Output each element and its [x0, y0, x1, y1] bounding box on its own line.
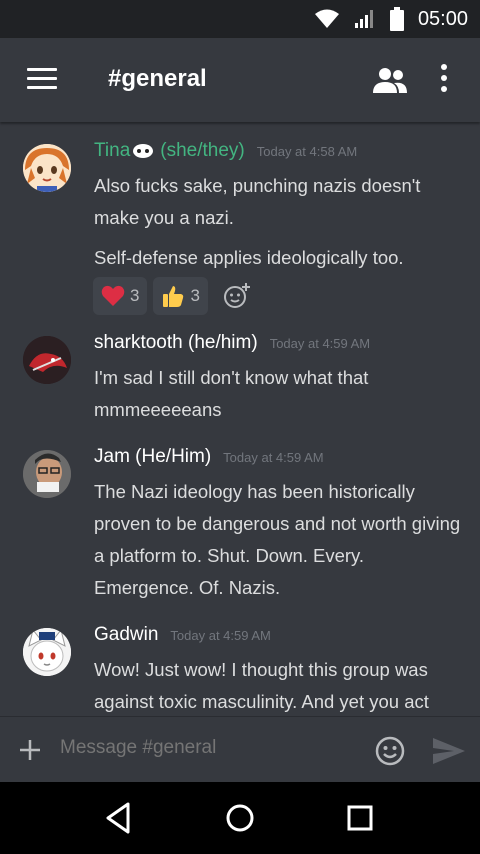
timestamp: Today at 4:59 AM: [223, 450, 324, 465]
avatar[interactable]: [23, 144, 71, 192]
emoji-picker-icon[interactable]: [374, 735, 406, 767]
avatar[interactable]: [23, 450, 71, 498]
heart-emoji-icon: [101, 285, 125, 306]
message-header: Jam (He/Him) Today at 4:59 AM: [94, 446, 324, 468]
channel-title: #general: [108, 65, 207, 92]
avatar[interactable]: [23, 628, 71, 676]
channel-header: #general: [0, 38, 480, 122]
message-input[interactable]: [60, 737, 350, 759]
add-attachment-icon[interactable]: [18, 738, 42, 762]
more-vertical-icon[interactable]: [436, 64, 452, 96]
avatar[interactable]: [23, 336, 71, 384]
home-icon[interactable]: [222, 800, 258, 836]
timestamp: Today at 4:59 AM: [269, 336, 371, 351]
username[interactable]: Gadwin: [94, 624, 158, 646]
person-avatar-icon: [23, 450, 71, 498]
reaction-count: 3: [190, 286, 200, 305]
message-text: The Nazi ideology has been historically …: [94, 481, 461, 598]
battery-icon: [389, 7, 404, 31]
reactions-row: 3 3: [93, 277, 252, 315]
message-header: sharktooth (he/him) Today at 4:59 AM: [94, 332, 370, 354]
members-icon[interactable]: [372, 66, 408, 94]
status-bar: 05:00: [0, 0, 480, 38]
anime-girl-avatar-icon: [23, 144, 71, 192]
message-header: Gadwin Today at 4:59 AM: [94, 624, 271, 646]
cat-girl-avatar-icon: [23, 628, 71, 676]
timestamp: Today at 4:58 AM: [256, 144, 358, 159]
message-text: I'm sad I still don't know what that mmm…: [94, 367, 369, 420]
message-composer: [0, 716, 480, 782]
shark-avatar-icon: [23, 336, 71, 384]
username-pronouns: (she/they): [160, 140, 245, 161]
username[interactable]: Jam (He/Him): [94, 446, 211, 468]
clock: 05:00: [417, 7, 468, 30]
send-icon[interactable]: [432, 737, 466, 765]
add-reaction-icon[interactable]: [222, 281, 252, 311]
username[interactable]: Tina: [94, 140, 130, 162]
username[interactable]: sharktooth (he/him): [94, 332, 258, 354]
message-text: Also fucks sake, punching nazis doesn't …: [94, 175, 421, 228]
reaction-thumbs-up[interactable]: 3: [153, 277, 208, 315]
recents-icon[interactable]: [342, 800, 378, 836]
wifi-icon: [314, 9, 339, 28]
timestamp: Today at 4:59 AM: [170, 628, 271, 643]
system-navigation-bar: [0, 782, 480, 854]
message-list[interactable]: Tina (she/they) Today at 4:58 AM Also fu…: [0, 122, 480, 716]
message-text: Self-defense applies ideologically too.: [94, 247, 404, 268]
reaction-heart[interactable]: 3: [93, 277, 148, 315]
status-icons: 05:00: [314, 0, 468, 38]
message-text: Wow! Just wow! I thought this group was …: [94, 659, 429, 712]
signal-icon: [354, 10, 373, 28]
emoji-badge-icon: [133, 144, 154, 158]
reaction-count: 3: [130, 286, 140, 305]
message-header: Tina (she/they) Today at 4:58 AM: [94, 140, 357, 162]
thumbs-up-emoji-icon: [163, 286, 184, 307]
back-icon[interactable]: [102, 800, 138, 836]
hamburger-menu-icon[interactable]: [27, 68, 57, 92]
